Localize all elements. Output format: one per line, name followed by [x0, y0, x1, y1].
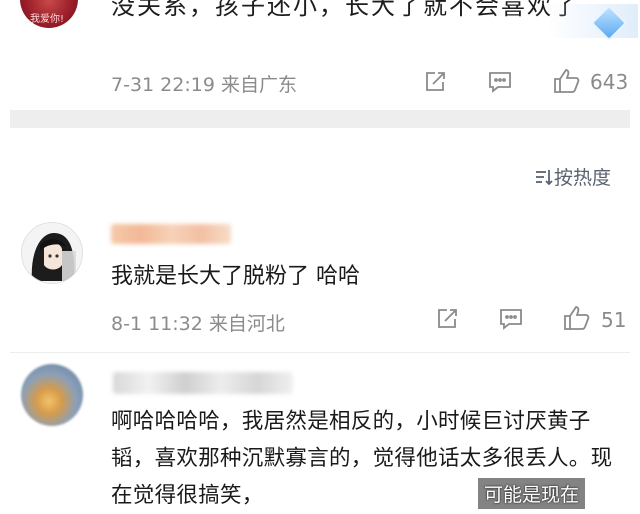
divider — [10, 352, 630, 353]
comment-meta: 8-1 11:32 来自河北 — [111, 313, 285, 335]
sort-button[interactable]: 按热度 — [534, 163, 611, 192]
username-blurred[interactable] — [111, 224, 231, 244]
section-separator — [10, 110, 630, 128]
comment-icon[interactable] — [498, 307, 524, 331]
like-count: 51 — [601, 308, 627, 332]
like-icon[interactable] — [563, 305, 591, 331]
sort-label: 按热度 — [554, 167, 612, 189]
avatar-text: 我爱你! — [30, 14, 65, 25]
comment-text: 我就是长大了脱粉了 哈哈 — [111, 264, 360, 289]
like-count: 643 — [590, 70, 629, 94]
comment-meta: 7-31 22:19 来自广东 — [111, 74, 297, 96]
comment-text: 没关系，孩子还小，长大了就不会喜欢了 — [111, 0, 579, 20]
like-icon[interactable] — [553, 68, 581, 94]
share-icon[interactable] — [423, 70, 447, 94]
share-icon[interactable] — [435, 307, 459, 331]
avatar[interactable] — [21, 364, 83, 426]
username-blurred[interactable] — [113, 372, 293, 394]
avatar[interactable] — [21, 222, 83, 284]
comment-icon[interactable] — [487, 70, 513, 94]
watermark-caption: 可能是现在 — [478, 478, 586, 509]
sort-icon — [534, 167, 554, 192]
